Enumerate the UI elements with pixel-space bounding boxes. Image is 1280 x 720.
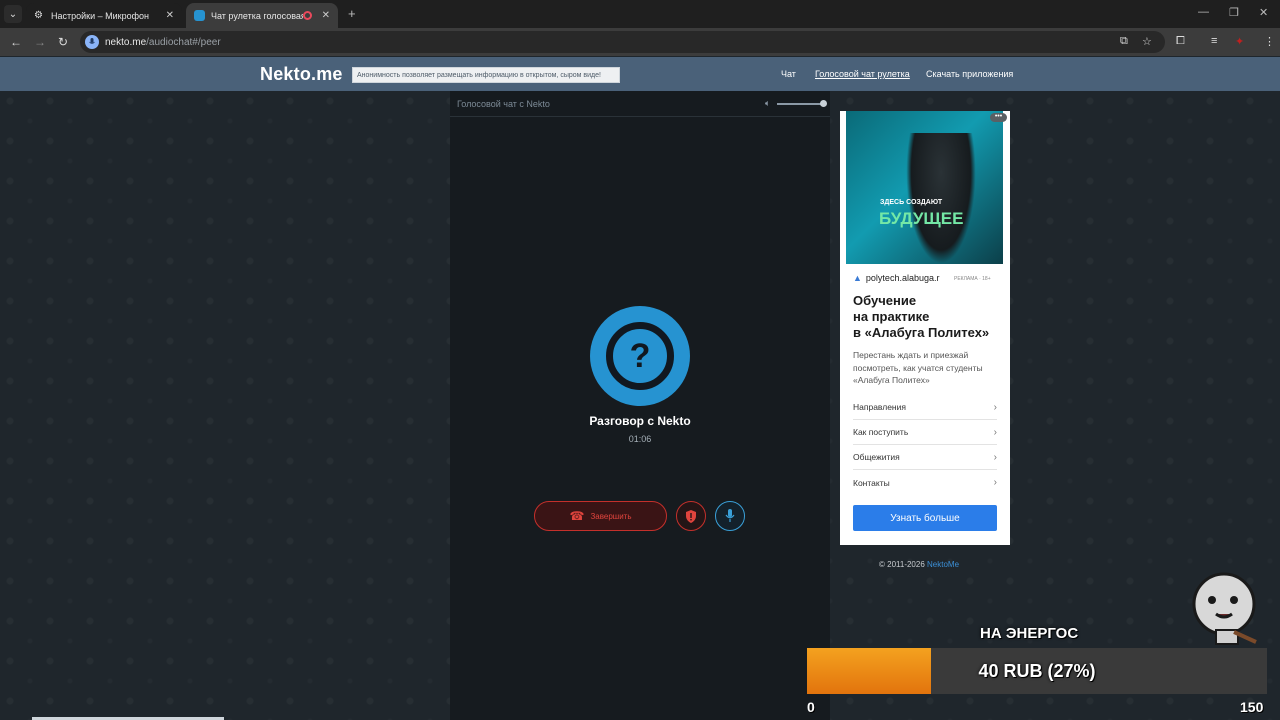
new-tab-button[interactable]: +: [348, 6, 356, 21]
window-close-icon[interactable]: ✕: [1259, 6, 1268, 19]
chevron-right-icon: ›: [993, 477, 997, 488]
ad-link-label: Контакты: [853, 477, 890, 488]
ad-link-label: Как поступить: [853, 427, 909, 437]
url-text: nekto.me/audiochat#/peer: [105, 36, 221, 48]
ad-domain-favicon-icon: ▲: [853, 273, 862, 283]
ad-link-label: Общежития: [853, 452, 900, 462]
ad-link-admission[interactable]: Как поступить ›: [853, 420, 997, 445]
tab-search-button[interactable]: ⌄: [4, 5, 22, 23]
ad-title-line: Обучение: [853, 293, 917, 308]
question-mark-icon: ?: [606, 322, 674, 390]
ad-title-line: на практике: [853, 309, 930, 324]
nav-voice-chat-link[interactable]: Голосовой чат рулетка: [815, 69, 910, 79]
ad-domain[interactable]: ▲ polytech.alabuga.r: [853, 273, 939, 283]
minimize-icon[interactable]: —: [1198, 6, 1209, 18]
microphone-button[interactable]: [715, 501, 745, 531]
panel-title: Голосовой чат с Nekto: [457, 99, 550, 109]
restore-icon[interactable]: ❐: [1229, 6, 1239, 19]
chevron-right-icon: ›: [993, 426, 997, 438]
report-button[interactable]: [676, 501, 706, 531]
donation-progress-text: 40 RUB (27%): [978, 660, 1096, 681]
gear-icon: ⚙: [34, 10, 43, 21]
donation-max: 150: [1240, 699, 1264, 715]
site-favicon-icon: [194, 10, 205, 21]
chevron-right-icon: ›: [993, 451, 997, 463]
copyright: © 2011-2026 NektoMe: [879, 560, 959, 569]
volume-slider[interactable]: [777, 103, 823, 105]
ad-options-icon[interactable]: •••: [990, 113, 1007, 122]
ad-link-list: Направления › Как поступить › Общежития › К…: [853, 395, 997, 495]
end-call-label: Завершить: [590, 511, 632, 521]
tab-audiochat[interactable]: Чат рулетка голосовая — ✕: [186, 3, 338, 28]
end-call-button[interactable]: ☎ Завершить: [534, 501, 667, 531]
nav-chat-link[interactable]: Чат: [781, 69, 796, 79]
extension-icon[interactable]: ✦: [1235, 35, 1244, 48]
close-icon[interactable]: ✕: [322, 10, 330, 21]
ad-description: Перестань ждать и приезжай посмотреть, к…: [853, 350, 983, 385]
site-logo[interactable]: Nekto.me: [260, 64, 343, 85]
call-timer: 01:06: [628, 434, 652, 444]
ad-link-directions[interactable]: Направления ›: [853, 395, 997, 420]
shield-icon: [686, 509, 696, 523]
donation-min: 0: [807, 699, 815, 715]
ad-label: РЕКЛАМА · 18+: [954, 276, 991, 282]
reload-icon[interactable]: ↻: [58, 35, 68, 49]
stream-mascot: [1186, 570, 1266, 650]
microphone-icon: [725, 509, 735, 522]
bookmark-star-icon[interactable]: ☆: [1142, 35, 1152, 48]
install-app-icon[interactable]: ⧉: [1120, 35, 1128, 48]
back-icon[interactable]: ←: [10, 35, 22, 49]
footer-link[interactable]: NektoMe: [927, 560, 959, 569]
address-input[interactable]: nekto.me/audiochat#/peer ⧉ ☆: [80, 31, 1165, 53]
extensions-icon[interactable]: ⧠: [1176, 35, 1185, 48]
ad-image-headline: БУДУЩЕЕ: [879, 209, 964, 228]
volume-slider-handle[interactable]: [820, 100, 827, 107]
hang-up-icon: ☎: [569, 509, 585, 523]
copyright-text: © 2011-2026: [879, 560, 925, 569]
chevron-right-icon: ›: [993, 401, 997, 413]
ad-cta-button[interactable]: Узнать больше: [853, 505, 997, 531]
close-icon[interactable]: ✕: [166, 10, 174, 21]
notice-banner: Анонимность позволяет размещать информац…: [352, 67, 620, 83]
advertisement[interactable]: ЗДЕСЬ СОЗДАЮТ БУДУЩЕЕ ••• ▲ polytech.ala…: [840, 111, 1010, 545]
ad-title[interactable]: Обучение на практике в «Алабуга Политех»: [853, 293, 1003, 341]
ad-link-contacts[interactable]: Контакты ›: [853, 470, 997, 495]
ad-image-caption: ЗДЕСЬ СОЗДАЮТ: [880, 199, 943, 206]
donation-goal-title: НА ЭНЕРГОС: [980, 625, 1079, 642]
tab-settings[interactable]: ⚙ Настройки – Микрофон ✕: [26, 3, 182, 28]
peer-name: Разговор с Nekto: [589, 414, 691, 428]
microphone-in-use-icon[interactable]: [85, 35, 99, 49]
recording-icon: [302, 11, 312, 20]
volume-icon[interactable]: 🔈︎: [765, 98, 770, 109]
tab-title: Настройки – Микрофон: [51, 10, 149, 21]
tab-title: Чат рулетка голосовая —: [211, 10, 303, 21]
menu-icon[interactable]: ⋮: [1264, 35, 1275, 48]
ad-link-label: Направления: [853, 402, 906, 412]
donation-progress-bar: 40 RUB (27%): [807, 648, 1267, 694]
nav-download-apps-link[interactable]: Скачать приложения: [926, 69, 1013, 79]
ad-title-line: в «Алабуга Политех»: [853, 325, 990, 340]
panel-header: Голосовой чат с Nekto 🔈︎: [450, 91, 830, 117]
ad-image[interactable]: ЗДЕСЬ СОЗДАЮТ БУДУЩЕЕ: [846, 111, 1003, 264]
site-header: Nekto.me Анонимность позволяет размещать…: [0, 57, 1280, 91]
peer-avatar: ?: [590, 306, 690, 406]
ad-domain-text: polytech.alabuga.r: [865, 273, 940, 283]
voice-chat-panel: Голосовой чат с Nekto 🔈︎ ? Разговор с Ne…: [450, 91, 830, 720]
ad-link-dormitories[interactable]: Общежития ›: [853, 445, 997, 470]
forward-icon[interactable]: →: [34, 35, 46, 49]
address-toolbar: ← → ↻ nekto.me/audiochat#/peer ⧉ ☆ ⧠ ≡ ✦…: [0, 28, 1280, 56]
media-controls-icon[interactable]: ≡: [1211, 35, 1217, 47]
